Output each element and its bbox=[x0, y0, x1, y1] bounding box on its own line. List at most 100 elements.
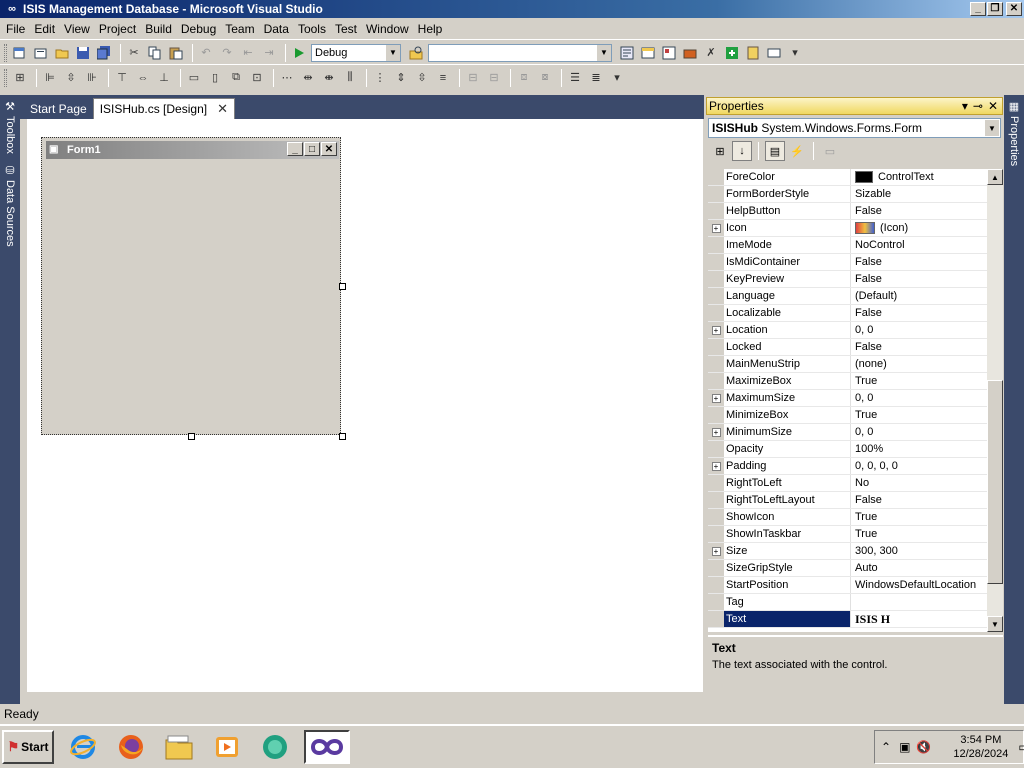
close-button[interactable]: ✕ bbox=[1006, 2, 1022, 16]
decrease-vertical-spacing-icon[interactable]: ⇳ bbox=[413, 69, 431, 87]
expand-plus-icon[interactable]: + bbox=[708, 322, 724, 338]
paste-icon[interactable] bbox=[167, 44, 185, 62]
property-value[interactable]: (Default) bbox=[851, 288, 1003, 304]
resize-handle-bottom-right[interactable] bbox=[339, 433, 346, 440]
property-row[interactable]: ShowIcon True bbox=[708, 509, 1003, 526]
property-value[interactable]: True bbox=[851, 407, 1003, 423]
navigate-forward-icon[interactable]: ⇥ bbox=[260, 44, 278, 62]
send-to-back-icon[interactable]: ⧇ bbox=[536, 69, 554, 87]
property-row[interactable]: MainMenuStrip (none) bbox=[708, 356, 1003, 373]
internet-explorer-icon[interactable] bbox=[64, 730, 102, 764]
property-row[interactable]: MinimizeBox True bbox=[708, 407, 1003, 424]
server-explorer-icon[interactable] bbox=[744, 44, 762, 62]
property-row[interactable]: + MaximumSize 0, 0 bbox=[708, 390, 1003, 407]
properties-view-icon[interactable]: ▤ bbox=[765, 141, 785, 161]
undo-icon[interactable]: ↶ bbox=[197, 44, 215, 62]
property-value[interactable]: Sizable bbox=[851, 186, 1003, 202]
property-value[interactable] bbox=[851, 594, 1003, 610]
show-desktop-icon[interactable]: ▭ bbox=[1018, 740, 1024, 754]
align-bottoms-icon[interactable]: ⊥ bbox=[155, 69, 173, 87]
property-value[interactable]: WindowsDefaultLocation bbox=[851, 577, 1003, 593]
media-player-icon[interactable] bbox=[208, 730, 246, 764]
property-row[interactable]: + MinimumSize 0, 0 bbox=[708, 424, 1003, 441]
property-row[interactable]: + Location 0, 0 bbox=[708, 322, 1003, 339]
new-project-icon[interactable] bbox=[11, 44, 29, 62]
property-row[interactable]: Opacity 100% bbox=[708, 441, 1003, 458]
expand-plus-icon[interactable]: + bbox=[708, 543, 724, 559]
close-properties-icon[interactable]: ✕ bbox=[988, 99, 998, 113]
show-hidden-icons-icon[interactable]: ⌃ bbox=[881, 740, 891, 754]
properties-header[interactable]: Properties ▾ ⊸ ✕ bbox=[706, 97, 1003, 115]
start-button[interactable]: ⚑ Start bbox=[2, 730, 54, 764]
tab-start-page[interactable]: Start Page bbox=[24, 98, 93, 119]
property-value[interactable]: ISIS H bbox=[851, 611, 1003, 627]
property-value[interactable]: False bbox=[851, 305, 1003, 321]
network-icon[interactable]: ▣ bbox=[899, 740, 910, 754]
minimize-button[interactable]: _ bbox=[970, 2, 986, 16]
increase-vertical-spacing-icon[interactable]: ⇕ bbox=[392, 69, 410, 87]
form-title-bar[interactable]: ▣ Form1 _ □ ✕ bbox=[46, 141, 339, 159]
property-value[interactable]: False bbox=[851, 492, 1003, 508]
property-value[interactable]: 0, 0 bbox=[851, 322, 1003, 338]
restore-button[interactable]: ❐ bbox=[987, 2, 1003, 16]
find-in-files-icon[interactable] bbox=[407, 44, 425, 62]
scroll-up-icon[interactable]: ▲ bbox=[987, 169, 1003, 185]
menu-data[interactable]: Data bbox=[260, 22, 293, 36]
menu-debug[interactable]: Debug bbox=[177, 22, 220, 36]
property-value[interactable]: False bbox=[851, 339, 1003, 355]
properties-side-tab[interactable]: ▦ Properties bbox=[1006, 99, 1022, 167]
toolbar-grip[interactable] bbox=[4, 68, 7, 87]
designer-form[interactable]: ▣ Form1 _ □ ✕ bbox=[41, 137, 341, 435]
expand-plus-icon[interactable]: + bbox=[708, 390, 724, 406]
visual-studio-taskbar-icon[interactable] bbox=[304, 730, 350, 764]
firefox-icon[interactable] bbox=[112, 730, 150, 764]
property-value[interactable]: ControlText bbox=[851, 169, 1003, 185]
property-row[interactable]: ImeMode NoControl bbox=[708, 237, 1003, 254]
command-window-icon[interactable] bbox=[765, 44, 783, 62]
property-value[interactable]: True bbox=[851, 509, 1003, 525]
property-row[interactable]: Localizable False bbox=[708, 305, 1003, 322]
property-row[interactable]: KeyPreview False bbox=[708, 271, 1003, 288]
property-value[interactable]: 0, 0, 0, 0 bbox=[851, 458, 1003, 474]
property-row[interactable]: ForeColor ControlText bbox=[708, 169, 1003, 186]
property-value[interactable]: False bbox=[851, 203, 1003, 219]
property-value[interactable]: Auto bbox=[851, 560, 1003, 576]
property-row[interactable]: ShowInTaskbar True bbox=[708, 526, 1003, 543]
object-browser-icon[interactable] bbox=[660, 44, 678, 62]
clock[interactable]: 3:54 PM 12/28/2024 bbox=[953, 733, 1008, 761]
property-row[interactable]: + Padding 0, 0, 0, 0 bbox=[708, 458, 1003, 475]
save-all-icon[interactable] bbox=[95, 44, 113, 62]
scroll-thumb[interactable] bbox=[987, 380, 1003, 584]
add-item-icon[interactable] bbox=[32, 44, 50, 62]
property-value[interactable]: No bbox=[851, 475, 1003, 491]
property-value[interactable]: False bbox=[851, 254, 1003, 270]
decrease-horizontal-spacing-icon[interactable]: ⇼ bbox=[320, 69, 338, 87]
property-row[interactable]: MaximizeBox True bbox=[708, 373, 1003, 390]
remove-vertical-spacing-icon[interactable]: ≡ bbox=[434, 69, 452, 87]
property-row[interactable]: RightToLeftLayout False bbox=[708, 492, 1003, 509]
property-value[interactable]: False bbox=[851, 271, 1003, 287]
center-horizontally-icon[interactable]: ⊟ bbox=[464, 69, 482, 87]
solution-explorer-icon[interactable] bbox=[618, 44, 636, 62]
property-row[interactable]: Locked False bbox=[708, 339, 1003, 356]
tools-icon[interactable]: ✗ bbox=[702, 44, 720, 62]
alphabetical-icon[interactable]: ↓ bbox=[732, 141, 752, 161]
categorized-icon[interactable]: ⊞ bbox=[710, 141, 730, 161]
bring-to-front-icon[interactable]: ⧈ bbox=[515, 69, 533, 87]
make-same-size-icon[interactable]: ⧉ bbox=[227, 69, 245, 87]
property-row[interactable]: SizeGripStyle Auto bbox=[708, 560, 1003, 577]
center-vertically-icon[interactable]: ⊟ bbox=[485, 69, 503, 87]
property-value[interactable]: NoControl bbox=[851, 237, 1003, 253]
menu-build[interactable]: Build bbox=[141, 22, 176, 36]
tab-isishub-design[interactable]: ISISHub.cs [Design] ✕ bbox=[92, 98, 235, 119]
volume-muted-icon[interactable]: 🔇 bbox=[916, 740, 931, 754]
property-value[interactable]: 100% bbox=[851, 441, 1003, 457]
property-row[interactable]: StartPosition WindowsDefaultLocation bbox=[708, 577, 1003, 594]
form-designer-surface[interactable]: ▣ Form1 _ □ ✕ bbox=[27, 119, 703, 692]
title-bar[interactable]: ∞ ISIS Management Database - Microsoft V… bbox=[0, 0, 1024, 18]
property-row[interactable]: + Icon (Icon) bbox=[708, 220, 1003, 237]
property-value[interactable]: 0, 0 bbox=[851, 424, 1003, 440]
menu-team[interactable]: Team bbox=[221, 22, 258, 36]
property-value[interactable]: (none) bbox=[851, 356, 1003, 372]
align-centers-icon[interactable]: ⇳ bbox=[62, 69, 80, 87]
